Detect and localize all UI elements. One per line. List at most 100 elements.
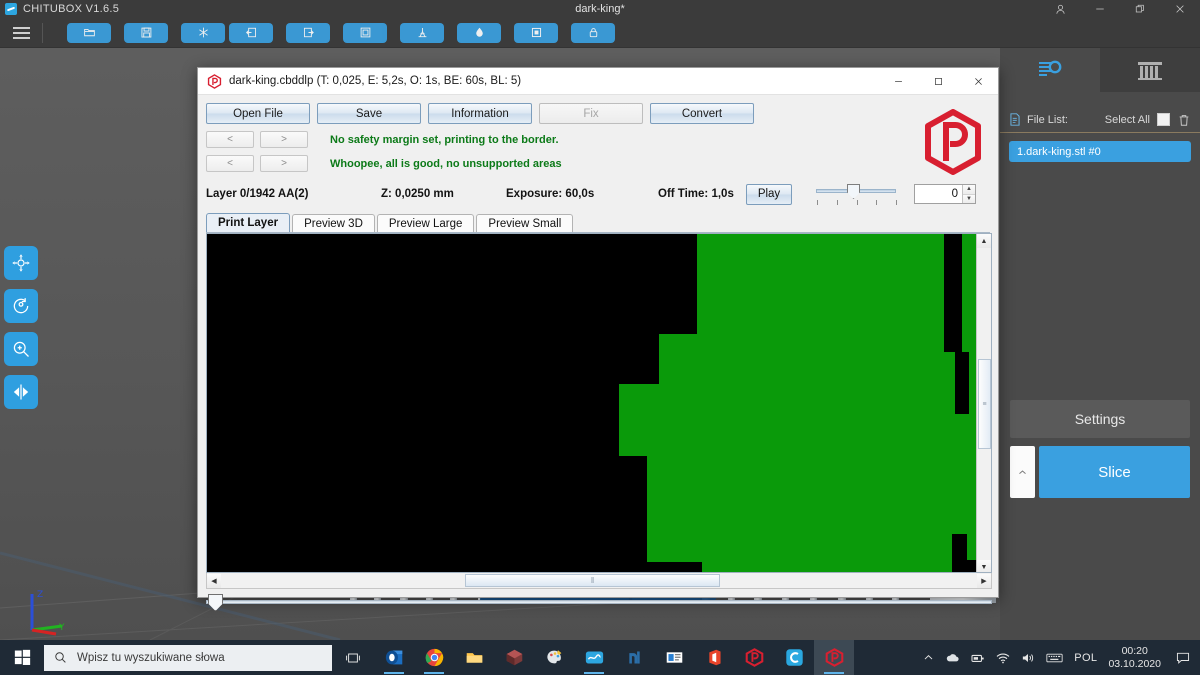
cura-taskbar-icon[interactable]	[774, 640, 814, 675]
scroll-right-icon[interactable]: ▶	[977, 573, 991, 588]
keyboard-icon[interactable]	[1046, 652, 1063, 664]
file-list-label: File List:	[1027, 113, 1068, 126]
save-button[interactable]: Save	[317, 103, 421, 124]
document-icon	[1010, 113, 1020, 126]
settings-list-gear-icon	[1039, 60, 1062, 76]
clock[interactable]: 00:20 03.10.2020	[1108, 645, 1161, 671]
minimize-icon[interactable]	[878, 68, 918, 95]
tab-print-layer[interactable]: Print Layer	[206, 213, 291, 232]
scroll-left-icon[interactable]: ◀	[207, 573, 221, 588]
play-button[interactable]: Play	[746, 183, 792, 205]
horizontal-scroll-thumb[interactable]: ‖	[465, 574, 720, 587]
media-taskbar-icon[interactable]	[654, 640, 694, 675]
information-button[interactable]: Information	[428, 103, 532, 124]
spin-up-icon[interactable]: ▲	[963, 185, 975, 195]
spin-down-icon[interactable]: ▼	[963, 194, 975, 203]
list-item[interactable]: 1.dark-king.stl #0	[1009, 141, 1191, 162]
settings-button[interactable]: Settings	[1010, 400, 1190, 438]
vertical-scroll-thumb[interactable]: ≡	[978, 359, 991, 449]
select-all-control[interactable]: Select All	[1105, 113, 1191, 127]
onedrive-icon[interactable]	[945, 652, 960, 664]
lock-button[interactable]	[571, 22, 615, 43]
open-file-button[interactable]	[67, 22, 111, 43]
slice-button[interactable]: Slice	[1039, 446, 1190, 498]
removable-device-icon[interactable]	[971, 652, 985, 664]
dialog-titlebar: dark-king.cbddlp (T: 0,025, E: 5,2s, O: …	[198, 68, 998, 95]
search-placeholder: Wpisz tu wyszukiwane słowa	[77, 651, 225, 664]
volume-icon[interactable]	[1021, 652, 1035, 664]
chitubox-taskbar-icon[interactable]	[574, 640, 614, 675]
add-model-button[interactable]	[181, 22, 225, 43]
layer-position-slider[interactable]	[206, 594, 992, 611]
search-input[interactable]: Wpisz tu wyszukiwane słowa	[44, 644, 332, 671]
preview-vertical-scrollbar[interactable]: ▲ ≡ ▼	[976, 234, 991, 572]
show-hidden-icons-icon[interactable]	[923, 652, 934, 663]
windows-start-icon[interactable]	[0, 640, 44, 675]
chevron-up-icon[interactable]	[1010, 446, 1035, 498]
restore-icon[interactable]	[1120, 0, 1160, 18]
scroll-up-icon[interactable]: ▲	[977, 234, 991, 248]
tab-preview-3d[interactable]: Preview 3D	[292, 214, 375, 232]
slice-button-label: Slice	[1098, 463, 1131, 481]
maximize-icon[interactable]	[918, 68, 958, 95]
outlook-taskbar-icon[interactable]	[374, 640, 414, 675]
open-file-button[interactable]: Open File	[206, 103, 310, 124]
layer-slider-thumb[interactable]	[847, 184, 860, 199]
tab-preview-large-label: Preview Large	[388, 217, 463, 230]
tab-machine[interactable]	[1100, 48, 1200, 92]
prev-unsupported-button[interactable]: <	[206, 155, 254, 172]
scroll-down-icon[interactable]: ▼	[977, 560, 991, 572]
dig-hole-button[interactable]	[514, 22, 558, 43]
hollow-button[interactable]	[457, 22, 501, 43]
prev-label: <	[227, 134, 233, 145]
next-unsupported-button[interactable]: >	[260, 155, 308, 172]
paint3d-taskbar-icon[interactable]	[534, 640, 574, 675]
close-icon[interactable]	[1160, 0, 1200, 18]
photon-file-validator-icon	[207, 73, 222, 89]
rotate-icon[interactable]	[4, 289, 38, 323]
nanodlp-taskbar-icon[interactable]	[614, 640, 654, 675]
scale-magnifier-icon[interactable]	[4, 332, 38, 366]
save-button[interactable]	[124, 22, 168, 43]
account-icon[interactable]	[1040, 0, 1080, 18]
office-taskbar-icon[interactable]	[694, 640, 734, 675]
minimize-icon[interactable]	[1080, 0, 1120, 18]
select-all-checkbox[interactable]	[1157, 113, 1170, 126]
layer-spin-value: 0	[951, 188, 958, 200]
layer-position-thumb[interactable]	[208, 594, 223, 611]
close-icon[interactable]	[958, 68, 998, 95]
tab-slice-settings[interactable]	[1000, 48, 1100, 92]
layer-spin-arrows[interactable]: ▲ ▼	[962, 185, 975, 203]
notification-icon[interactable]	[1172, 652, 1194, 664]
wifi-icon[interactable]	[996, 652, 1010, 664]
move-arrows-icon[interactable]	[4, 246, 38, 280]
tab-preview-large[interactable]: Preview Large	[376, 214, 475, 232]
supports-button[interactable]	[400, 22, 444, 43]
hamburger-menu-icon[interactable]	[0, 18, 42, 48]
export-button[interactable]	[286, 22, 330, 43]
prev-issue-button[interactable]: <	[206, 131, 254, 148]
next-issue-button[interactable]: >	[260, 131, 308, 148]
photon-validator-taskbar-icon[interactable]	[814, 640, 854, 675]
convert-button[interactable]: Convert	[650, 103, 754, 124]
mirror-icon[interactable]	[4, 375, 38, 409]
layer-spinbox[interactable]: 0 ▲ ▼	[914, 184, 976, 204]
screen: CHITUBOX V1.6.5 dark-king* Z Y File List…	[0, 0, 1200, 675]
trash-icon[interactable]	[1177, 113, 1191, 127]
tab-preview-small[interactable]: Preview Small	[476, 214, 574, 232]
layer-slider[interactable]	[816, 183, 897, 205]
right-panel: File List: Select All 1.dark-king.stl #0…	[1000, 48, 1200, 640]
chrome-taskbar-icon[interactable]	[414, 640, 454, 675]
task-view-icon[interactable]	[332, 640, 374, 675]
convert-label: Convert	[681, 107, 723, 120]
import-button[interactable]	[229, 22, 273, 43]
file-explorer-taskbar-icon[interactable]	[454, 640, 494, 675]
3d-viewer-taskbar-icon[interactable]	[494, 640, 534, 675]
photon-taskbar-icon[interactable]	[734, 640, 774, 675]
dialog-title: dark-king.cbddlp (T: 0,025, E: 5,2s, O: …	[229, 75, 522, 87]
language-indicator[interactable]: POL	[1074, 652, 1097, 664]
layer-preview-canvas[interactable]: ▲ ≡ ▼	[206, 233, 992, 573]
preview-horizontal-scrollbar[interactable]: ◀ ‖ ▶	[206, 573, 992, 589]
copy-button[interactable]	[343, 22, 387, 43]
open-file-label: Open File	[233, 107, 283, 120]
